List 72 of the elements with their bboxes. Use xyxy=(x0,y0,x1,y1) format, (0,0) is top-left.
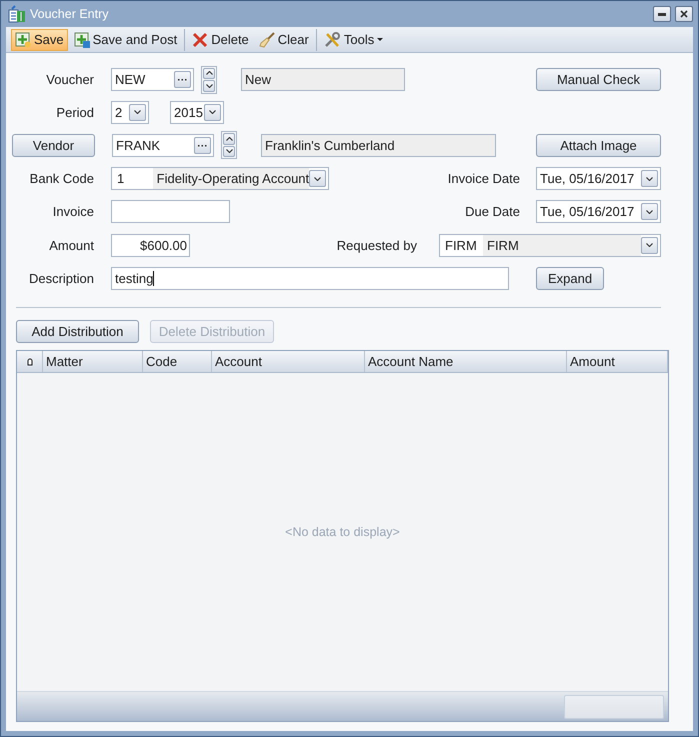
toolbar-button[interactable]: Delete xyxy=(188,28,253,50)
year-dropdown[interactable]: 2015 xyxy=(170,100,224,124)
dropdown-button[interactable] xyxy=(309,170,326,187)
close-icon xyxy=(680,10,688,18)
browse-button[interactable] xyxy=(174,71,191,88)
dropdown-button[interactable] xyxy=(204,104,221,120)
manual-check-button[interactable]: Manual Check xyxy=(536,68,661,91)
attach-image-button[interactable]: Attach Image xyxy=(536,134,661,156)
column-header[interactable]: Matter xyxy=(43,351,143,372)
column-header[interactable]: Account Name xyxy=(365,351,567,372)
browse-button[interactable] xyxy=(194,136,211,154)
toolbar-button[interactable]: Save and Post xyxy=(70,28,182,50)
due-date-picker[interactable]: Tue, 05/16/2017 xyxy=(536,200,661,223)
bank-code-dropdown[interactable]: 1 Fidelity-Operating Account xyxy=(111,167,329,190)
caret-icon xyxy=(377,38,384,41)
toolbar-button[interactable]: Save xyxy=(11,28,68,50)
chevron-down-icon xyxy=(134,110,141,114)
vendor-button[interactable]: Vendor xyxy=(12,134,95,156)
minimize-icon xyxy=(658,12,666,16)
month-dropdown[interactable]: 2 xyxy=(111,100,149,124)
column-header[interactable]: Amount xyxy=(567,351,668,372)
chevron-up-icon xyxy=(226,136,232,141)
document-plus-icon xyxy=(74,32,90,48)
dropdown-button[interactable] xyxy=(129,104,146,120)
chevron-down-icon xyxy=(646,243,653,247)
tools-icon xyxy=(324,32,341,48)
ellipsis-icon xyxy=(178,78,187,81)
toolbar-button[interactable]: Tools xyxy=(320,28,388,50)
close-button[interactable] xyxy=(675,6,693,22)
field-label: Period xyxy=(55,104,94,120)
dropdown-button[interactable] xyxy=(641,203,658,220)
requested-by-dropdown[interactable]: FIRM FIRM xyxy=(439,234,661,256)
chevron-down-icon xyxy=(646,176,653,180)
voucher-field[interactable]: NEW xyxy=(111,68,194,91)
close-icon xyxy=(192,32,208,48)
field-label: Invoice Date xyxy=(448,171,520,186)
toolbar-button[interactable]: Clear xyxy=(254,28,313,50)
dropdown-button[interactable] xyxy=(641,170,658,187)
description-field[interactable]: testing xyxy=(111,267,509,290)
field-label: Invoice xyxy=(52,204,94,219)
vendor-name-field: Franklin's Cumberland xyxy=(261,134,496,156)
brush-icon xyxy=(258,32,275,48)
invoice-field[interactable] xyxy=(111,200,230,223)
field-label: Bank Code xyxy=(28,171,94,186)
chevron-down-icon xyxy=(226,149,232,154)
field-label: Requested by xyxy=(336,238,417,252)
expand-button[interactable]: Expand xyxy=(536,267,604,290)
window-title: Voucher Entry xyxy=(30,7,110,21)
voucher-icon xyxy=(8,5,26,23)
spin-control[interactable] xyxy=(201,66,217,94)
chevron-down-icon xyxy=(646,210,653,214)
add-distribution-button[interactable]: Add Distribution xyxy=(16,320,139,343)
field-label: Amount xyxy=(48,238,94,252)
field-label: Description xyxy=(28,271,94,286)
field-label: Due Date xyxy=(465,204,520,219)
amount-field[interactable]: $600.00 xyxy=(111,234,190,256)
dropdown-button[interactable] xyxy=(641,236,658,254)
chevron-down-icon xyxy=(209,110,216,114)
minimize-button[interactable] xyxy=(653,6,671,22)
field-label: Voucher xyxy=(45,72,94,87)
column-header[interactable]: Account xyxy=(212,351,365,372)
invoice-date-picker[interactable]: Tue, 05/16/2017 xyxy=(536,167,661,190)
chevron-up-icon xyxy=(206,71,212,76)
empty-message: <No data to display> xyxy=(285,525,400,539)
spin-control[interactable] xyxy=(221,131,237,159)
voucher-status-field: New xyxy=(241,68,405,91)
chevron-down-icon xyxy=(314,176,322,180)
vendor-field[interactable]: FRANK xyxy=(112,134,214,156)
chevron-down-icon xyxy=(206,84,212,88)
ellipsis-icon xyxy=(198,144,207,146)
column-header[interactable]: Code xyxy=(143,351,212,372)
document-plus-icon xyxy=(15,32,31,48)
